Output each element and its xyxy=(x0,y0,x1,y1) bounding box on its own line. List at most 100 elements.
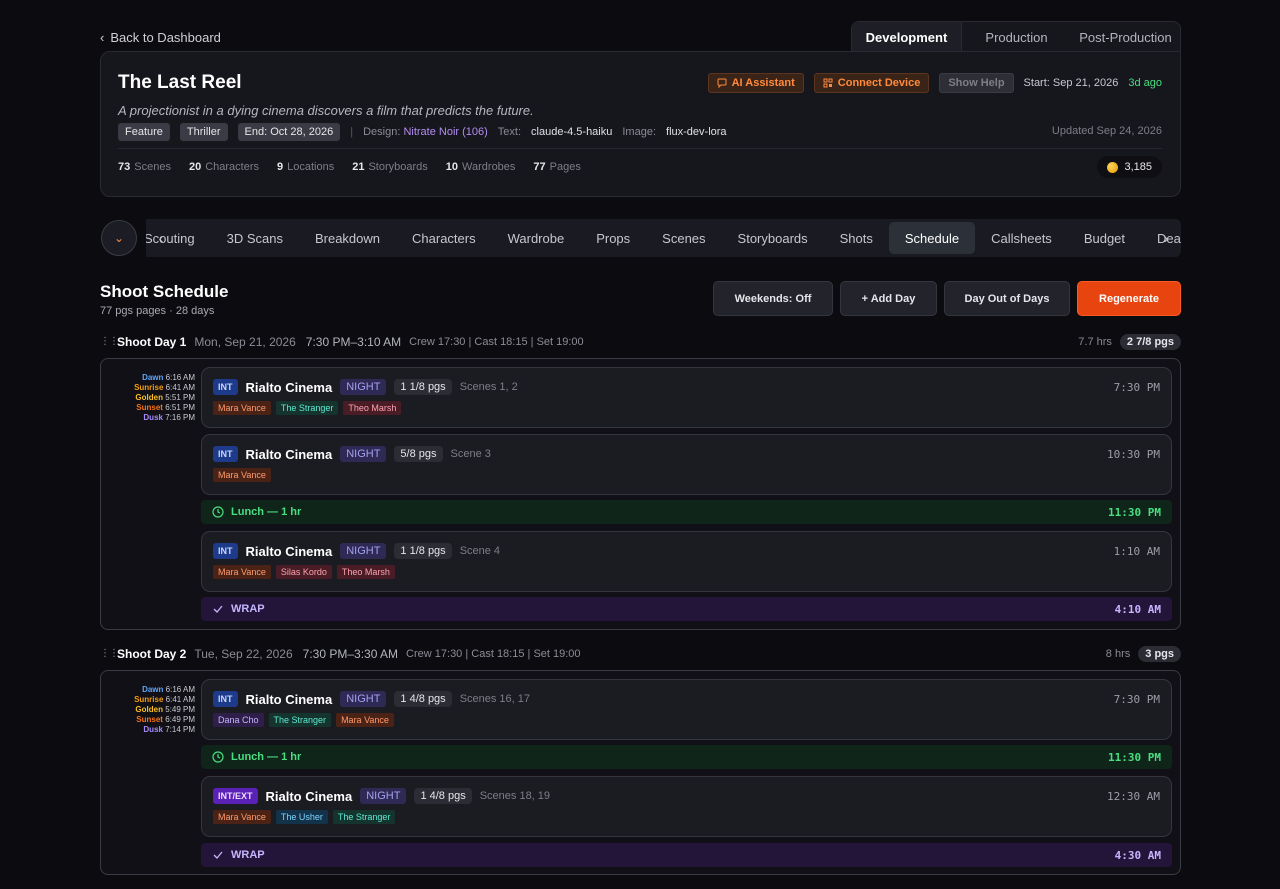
lunch-time: 11:30 PM xyxy=(1108,750,1161,764)
tab-development[interactable]: Development xyxy=(852,22,962,52)
wrap-bar: WRAP 4:10 AM xyxy=(201,597,1172,621)
tag-format: Feature xyxy=(118,123,170,141)
tab-production[interactable]: Production xyxy=(962,22,1071,52)
stat-scenes: 73 Scenes xyxy=(118,161,171,173)
cast-chip: Silas Kordo xyxy=(275,565,332,579)
chevron-left-icon: ‹ xyxy=(100,30,105,45)
scene-strip[interactable]: INT/EXT Rialto Cinema NIGHT 1 4/8 pgs Sc… xyxy=(201,776,1172,837)
location-name: Rialto Cinema xyxy=(245,543,333,559)
stat-storyboards: 21 Storyboards xyxy=(352,161,428,173)
scene-numbers: Scene 3 xyxy=(450,448,491,460)
meta-divider: | xyxy=(350,126,354,138)
start-date: Start: Sep 21, 2026 xyxy=(1023,77,1119,89)
regenerate-button[interactable]: Regenerate xyxy=(1077,281,1181,316)
tab-callsheets[interactable]: Callsheets xyxy=(975,222,1068,254)
weekends-toggle-button[interactable]: Weekends: Off xyxy=(713,281,833,316)
int-ext-badge: INT xyxy=(213,379,238,395)
day-date: Mon, Sep 21, 2026 xyxy=(194,335,296,349)
text-model-value: claude-4.5-haiku xyxy=(531,126,613,138)
drag-handle-icon[interactable]: ⋮⋮ xyxy=(100,649,119,659)
int-ext-badge: INT/EXT xyxy=(213,788,258,804)
cast-chip: Mara Vance xyxy=(213,468,271,482)
scene-strip[interactable]: INT Rialto Cinema NIGHT 5/8 pgs Scene 3 … xyxy=(201,434,1172,495)
scene-numbers: Scenes 18, 19 xyxy=(479,790,551,802)
cast-chip: The Stranger xyxy=(332,810,396,824)
tab-storyboards[interactable]: Storyboards xyxy=(722,222,824,254)
cast-chip: Mara Vance xyxy=(213,401,271,415)
qr-code-icon xyxy=(823,78,833,88)
stat-wardrobes: 10 Wardrobes xyxy=(445,161,516,173)
scene-strip[interactable]: INT Rialto Cinema NIGHT 1 4/8 pgs Scenes… xyxy=(201,679,1172,740)
project-meta: Feature Thriller End: Oct 28, 2026 | Des… xyxy=(118,123,727,141)
design-label: Design: xyxy=(363,126,401,138)
project-title: The Last Reel xyxy=(118,72,242,93)
day-pages: 3 pgs xyxy=(1138,646,1181,662)
scroll-right-icon[interactable]: › xyxy=(1157,219,1175,257)
call-times: Crew 17:30 | Cast 18:15 | Set 19:00 xyxy=(409,336,584,348)
scene-strip[interactable]: INT Rialto Cinema NIGHT 1 1/8 pgs Scenes… xyxy=(201,367,1172,428)
tag-end-date: End: Oct 28, 2026 xyxy=(237,123,341,141)
cast-chip: The Usher xyxy=(275,810,328,824)
text-model-label: Text: xyxy=(497,126,522,138)
page-count: 1 4/8 pgs xyxy=(394,691,452,707)
drag-handle-icon[interactable]: ⋮⋮ xyxy=(100,337,119,347)
call-times: Crew 17:30 | Cast 18:15 | Set 19:00 xyxy=(406,648,581,660)
stat-pages: 77 Pages xyxy=(533,161,581,173)
cast-chip: The Stranger xyxy=(275,401,339,415)
time-of-day-badge: NIGHT xyxy=(340,543,387,559)
day-date: Tue, Sep 22, 2026 xyxy=(194,647,293,661)
day-pages: 2 7/8 pgs xyxy=(1119,334,1181,350)
sun-times: Dawn 6:16 AM Sunrise 6:41 AM Golden 5:51… xyxy=(134,373,195,422)
ai-assistant-button[interactable]: AI Assistant xyxy=(707,73,804,93)
tab-breakdown[interactable]: Breakdown xyxy=(299,222,396,254)
design-value[interactable]: Nitrate Noir (106) xyxy=(403,126,487,138)
collapse-toggle-button[interactable]: ⌄ xyxy=(101,220,137,256)
credits-value: 3,185 xyxy=(1124,161,1152,173)
credits-badge[interactable]: 3,185 xyxy=(1097,156,1162,178)
back-to-dashboard-link[interactable]: ‹ Back to Dashboard xyxy=(100,30,221,45)
scene-numbers: Scenes 16, 17 xyxy=(459,693,531,705)
day-name: Shoot Day 2 xyxy=(117,647,187,661)
tab-3d-scans[interactable]: 3D Scans xyxy=(211,222,299,254)
time-of-day-badge: NIGHT xyxy=(360,788,407,804)
scroll-left-icon[interactable]: ‹ xyxy=(152,219,170,257)
tab-wardrobe[interactable]: Wardrobe xyxy=(492,222,581,254)
page-count: 1 1/8 pgs xyxy=(394,543,452,559)
connect-device-button[interactable]: Connect Device xyxy=(813,73,930,93)
time-ago: 3d ago xyxy=(1128,77,1162,89)
wrap-label: WRAP xyxy=(231,603,265,615)
wrap-bar: WRAP 4:30 AM xyxy=(201,843,1172,867)
cast-chip: The Stranger xyxy=(268,713,332,727)
tag-genre: Thriller xyxy=(179,123,228,141)
header-actions: AI Assistant Connect Device Show Help St… xyxy=(707,73,1162,93)
cast-chip: Theo Marsh xyxy=(336,565,395,579)
int-ext-badge: INT xyxy=(213,691,238,707)
strip-time: 10:30 PM xyxy=(1107,448,1160,461)
int-ext-badge: INT xyxy=(213,543,238,559)
tab-schedule[interactable]: Schedule xyxy=(888,222,976,254)
scene-strip[interactable]: INT Rialto Cinema NIGHT 1 1/8 pgs Scene … xyxy=(201,531,1172,592)
wrap-label: WRAP xyxy=(231,849,265,861)
tab-props[interactable]: Props xyxy=(580,222,646,254)
cast-chip: Theo Marsh xyxy=(343,401,402,415)
day-out-of-days-button[interactable]: Day Out of Days xyxy=(944,281,1070,316)
tab-budget[interactable]: Budget xyxy=(1068,222,1141,254)
lunch-label: Lunch — 1 hr xyxy=(231,751,302,763)
shoot-day-box: Dawn 6:16 AM Sunrise 6:41 AM Golden 5:51… xyxy=(100,358,1181,630)
strip-time: 12:30 AM xyxy=(1107,790,1160,803)
back-label: Back to Dashboard xyxy=(110,30,221,45)
day-hours: 8 hrs xyxy=(1105,648,1131,660)
cast-chip: Dana Cho xyxy=(213,713,264,727)
show-help-button[interactable]: Show Help xyxy=(939,73,1014,93)
updated-date: Updated Sep 24, 2026 xyxy=(1051,125,1162,137)
add-day-button[interactable]: + Add Day xyxy=(840,281,937,316)
time-of-day-badge: NIGHT xyxy=(340,691,387,707)
connect-device-label: Connect Device xyxy=(837,77,921,89)
shoot-day-header: ⋮⋮ Shoot Day 2 Tue, Sep 22, 2026 7:30 PM… xyxy=(100,644,1181,664)
tab-post-production[interactable]: Post-Production xyxy=(1071,22,1180,52)
tab-characters[interactable]: Characters xyxy=(396,222,492,254)
tab-scenes[interactable]: Scenes xyxy=(646,222,721,254)
page-count: 5/8 pgs xyxy=(394,446,443,462)
project-logline: A projectionist in a dying cinema discov… xyxy=(118,103,534,118)
tab-shots[interactable]: Shots xyxy=(824,222,889,254)
